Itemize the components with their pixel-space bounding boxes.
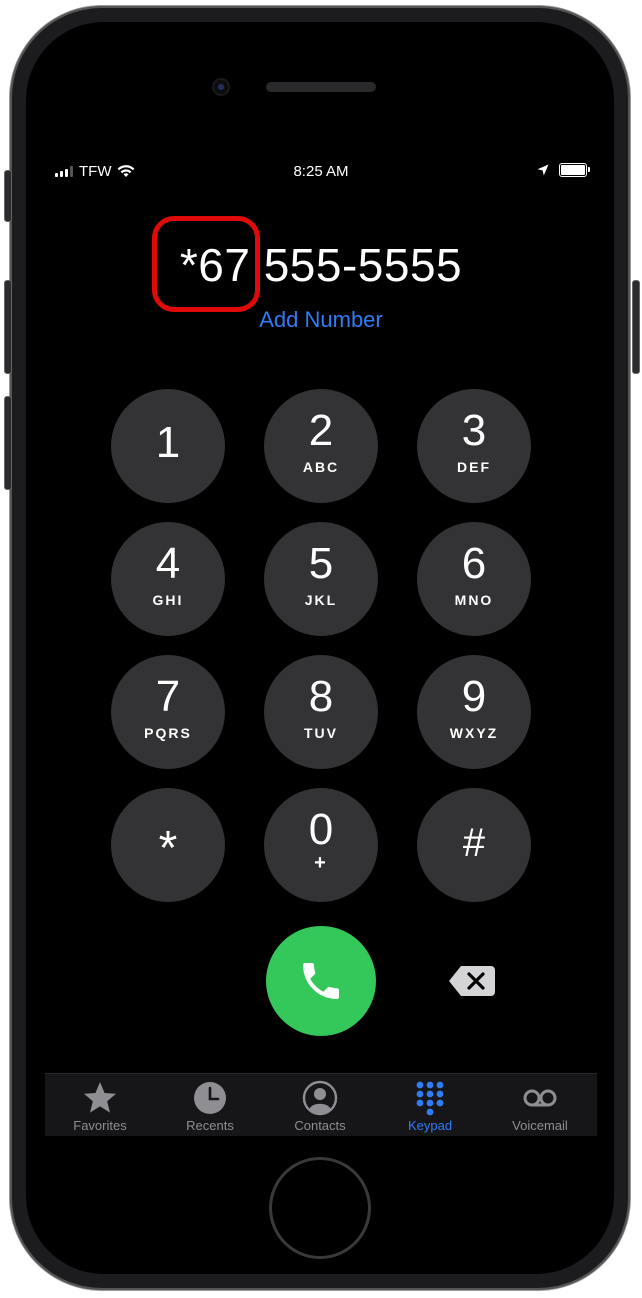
mute-switch [4, 170, 12, 222]
delete-button[interactable] [447, 964, 497, 998]
key-letters: ABC [302, 459, 340, 475]
key-digit: 2 [308, 406, 334, 455]
key-digit: 5 [308, 539, 334, 588]
key-digit: 6 [461, 539, 487, 588]
key-0[interactable]: 0 + [264, 788, 378, 902]
key-2[interactable]: 2 ABC [264, 389, 378, 503]
key-8[interactable]: 8 TUV [264, 655, 378, 769]
tab-recents[interactable]: Recents [155, 1074, 265, 1136]
add-number-link[interactable]: Add Number [45, 307, 597, 333]
person-circle-icon [302, 1080, 338, 1116]
tab-label: Voicemail [512, 1118, 568, 1133]
status-bar: TFW 8:25 AM [45, 158, 597, 186]
star-icon [84, 1082, 116, 1113]
status-right-group [537, 163, 590, 177]
call-button[interactable] [266, 926, 376, 1036]
key-digit: 9 [461, 672, 487, 721]
key-digit: # [462, 821, 486, 865]
clock-icon [194, 1082, 226, 1114]
key-digit: 8 [308, 672, 334, 721]
key-digit: 3 [461, 406, 487, 455]
key-star[interactable]: * [111, 788, 225, 902]
tab-contacts[interactable]: Contacts [265, 1074, 375, 1136]
status-time: 8:25 AM [293, 163, 349, 180]
delete-backspace-icon [449, 966, 495, 996]
dialed-number: *67 555-5555 [45, 238, 597, 292]
tab-keypad[interactable]: Keypad [375, 1074, 485, 1136]
volume-up-button [4, 280, 12, 374]
tab-label: Recents [186, 1118, 234, 1133]
tab-voicemail[interactable]: Voicemail [485, 1074, 595, 1136]
key-9[interactable]: 9 WXYZ [417, 655, 531, 769]
earpiece-speaker [266, 82, 376, 92]
key-letters: MNO [454, 592, 494, 608]
key-letters: GHI [152, 592, 184, 608]
prefix-highlight-box [152, 216, 260, 312]
key-3[interactable]: 3 DEF [417, 389, 531, 503]
key-letters: JKL [304, 592, 338, 608]
key-6[interactable]: 6 MNO [417, 522, 531, 636]
tab-favorites[interactable]: Favorites [45, 1074, 155, 1136]
key-4[interactable]: 4 GHI [111, 522, 225, 636]
tab-label: Contacts [294, 1118, 346, 1133]
key-digit: 7 [155, 672, 181, 721]
tab-label: Keypad [407, 1118, 453, 1133]
front-camera [214, 80, 228, 94]
power-button [632, 280, 640, 374]
key-letters: PQRS [144, 725, 192, 741]
key-7[interactable]: 7 PQRS [111, 655, 225, 769]
key-1[interactable]: 1 [111, 389, 225, 503]
keypad-icon [416, 1081, 444, 1116]
phone-screen: TFW 8:25 AM *67 555-5555 Add Number 1 2 … [45, 158, 597, 1136]
key-digit: 1 [155, 418, 181, 467]
key-hash[interactable]: # [417, 788, 531, 902]
key-letters: + [314, 852, 328, 874]
location-arrow-icon [537, 164, 549, 176]
dial-number: 555-5555 [250, 239, 463, 291]
tab-bar: Favorites Recents Contacts Keypad Voicem… [45, 1073, 597, 1136]
volume-down-button [4, 396, 12, 490]
key-digit: * [158, 822, 178, 875]
battery-icon [559, 163, 590, 177]
voicemail-icon [523, 1089, 557, 1107]
key-5[interactable]: 5 JKL [264, 522, 378, 636]
home-button[interactable] [272, 1160, 368, 1256]
phone-icon [303, 963, 339, 999]
key-letters: WXYZ [449, 725, 499, 741]
key-digit: 0 [308, 805, 334, 854]
key-digit: 4 [155, 539, 181, 588]
key-letters: DEF [457, 459, 491, 475]
key-letters: TUV [304, 725, 338, 741]
tab-label: Favorites [73, 1118, 127, 1133]
